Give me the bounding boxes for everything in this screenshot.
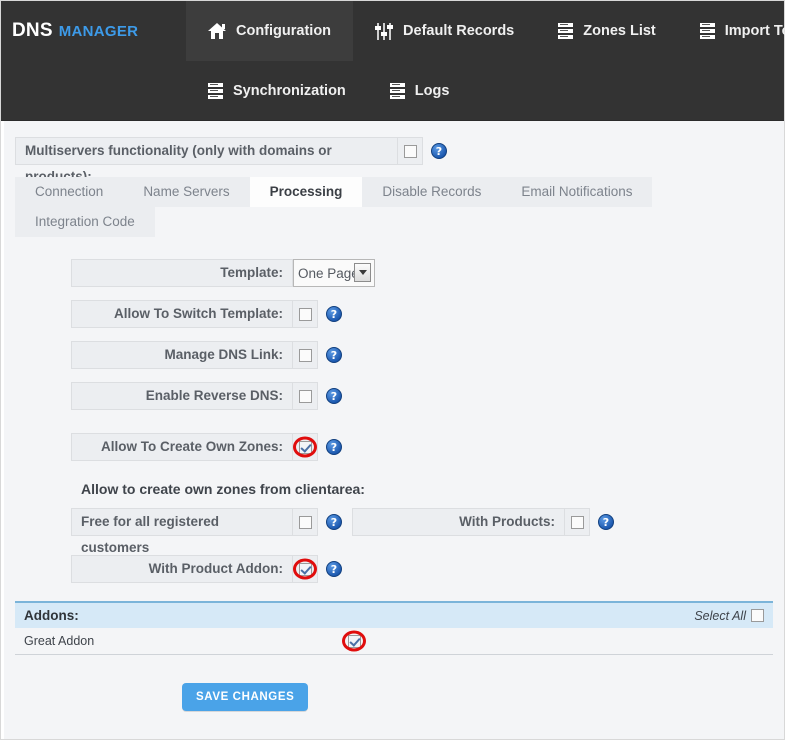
free-for-all-label: Free for all registered customers	[71, 508, 293, 555]
manage-dns-link-cell	[293, 341, 318, 369]
form-row-allow-switch-template: Allow To Switch Template: ?	[71, 300, 784, 328]
free-for-all-cell	[293, 508, 318, 536]
help-icon[interactable]: ?	[326, 388, 342, 404]
tab-name-servers[interactable]: Name Servers	[123, 177, 250, 207]
brand-logo: DNS MANAGER	[1, 1, 186, 61]
with-product-addon-label: With Product Addon:	[71, 555, 293, 583]
multiservers-row: Multiservers functionality (only with do…	[15, 137, 774, 184]
template-select[interactable]: One Page	[293, 259, 375, 287]
form-row-enable-reverse-dns: Enable Reverse DNS: ?	[71, 382, 784, 410]
brand-primary: DNS	[12, 20, 53, 41]
addon-checkbox-cell	[342, 630, 366, 652]
addons-title: Addons:	[24, 608, 79, 623]
clientarea-section-title: Allow to create own zones from clientare…	[81, 481, 365, 497]
nav-item-zones-list[interactable]: Zones List	[536, 1, 678, 61]
help-icon[interactable]: ?	[598, 514, 614, 530]
table-row: Great Addon	[15, 628, 773, 655]
nav-label-configuration: Configuration	[236, 23, 332, 39]
server-icon	[208, 82, 223, 100]
nav-item-default-records[interactable]: Default Records	[353, 1, 536, 61]
select-all-checkbox[interactable]	[751, 609, 764, 622]
form-actions: SAVE CHANGES	[182, 683, 784, 711]
addons-table-header: Addons: Select All	[15, 601, 773, 628]
help-icon[interactable]: ?	[326, 439, 342, 455]
form-row-template: Template: One Page	[71, 259, 784, 287]
nav-item-import-tool[interactable]: Import Tool	[678, 1, 785, 61]
select-all-group: Select All	[694, 609, 764, 623]
nav-label-zones-list: Zones List	[583, 23, 656, 39]
tab-processing[interactable]: Processing	[249, 177, 363, 207]
with-products-cell	[565, 508, 590, 536]
processing-form: Template: One Page Allow To Switch Templ…	[4, 259, 784, 583]
nav-label-default-records: Default Records	[403, 23, 515, 39]
enable-reverse-dns-checkbox[interactable]	[298, 389, 312, 403]
with-product-addon-cell	[293, 555, 318, 583]
tab-integration-code[interactable]: Integration Code	[15, 207, 155, 237]
content-area: Multiservers functionality (only with do…	[1, 121, 784, 739]
sliders-icon	[375, 22, 394, 40]
help-icon[interactable]: ?	[326, 561, 342, 577]
manage-dns-link-label: Manage DNS Link:	[71, 341, 293, 369]
save-changes-button[interactable]: SAVE CHANGES	[182, 683, 309, 711]
nav-row-secondary: Synchronization Logs	[1, 61, 784, 121]
allow-switch-template-label: Allow To Switch Template:	[71, 300, 293, 328]
nav-label-synchronization: Synchronization	[233, 83, 346, 99]
manage-dns-link-checkbox[interactable]	[298, 348, 312, 362]
home-icon	[208, 23, 226, 39]
dns-manager-page: DNS MANAGER Configuration Default Record…	[0, 0, 785, 740]
template-label: Template:	[71, 259, 293, 287]
nav-row-primary: DNS MANAGER Configuration Default Record…	[1, 1, 785, 61]
nav-item-configuration[interactable]: Configuration	[186, 1, 354, 61]
select-all-label: Select All	[694, 608, 746, 623]
template-select-cell: One Page	[293, 259, 375, 287]
nav-item-synchronization[interactable]: Synchronization	[186, 61, 368, 121]
multiservers-checkbox-cell	[398, 137, 423, 165]
form-row-with-product-addon: With Product Addon: ?	[71, 555, 784, 583]
with-products-checkbox[interactable]	[570, 515, 584, 529]
allow-switch-template-cell	[293, 300, 318, 328]
with-products-label: With Products:	[352, 508, 565, 536]
nav-item-logs[interactable]: Logs	[368, 61, 472, 121]
allow-switch-template-checkbox[interactable]	[298, 307, 312, 321]
nav-label-import-tool: Import Tool	[724, 23, 785, 39]
addons-table: Addons: Select All Great Addon	[15, 601, 773, 655]
enable-reverse-dns-cell	[293, 382, 318, 410]
form-row-manage-dns-link: Manage DNS Link: ?	[71, 341, 784, 369]
top-navigation: DNS MANAGER Configuration Default Record…	[1, 1, 785, 121]
free-for-all-checkbox[interactable]	[298, 515, 312, 529]
enable-reverse-dns-label: Enable Reverse DNS:	[71, 382, 293, 410]
tab-connection[interactable]: Connection	[15, 177, 124, 207]
help-icon[interactable]: ?	[431, 143, 447, 159]
server-icon	[389, 82, 405, 100]
help-icon[interactable]: ?	[326, 347, 342, 363]
help-icon[interactable]: ?	[326, 306, 342, 322]
addon-checkbox[interactable]	[347, 634, 361, 648]
tab-email-notifications[interactable]: Email Notifications	[501, 177, 653, 207]
tab-disable-records[interactable]: Disable Records	[362, 177, 502, 207]
brand-secondary: MANAGER	[58, 22, 139, 40]
addon-name: Great Addon	[24, 634, 95, 648]
settings-tabs: Connection Name Servers Processing Disab…	[15, 177, 665, 237]
help-icon[interactable]: ?	[326, 514, 342, 530]
server-icon	[699, 22, 715, 40]
nav-label-logs: Logs	[414, 83, 450, 99]
with-product-addon-checkbox[interactable]	[298, 562, 312, 576]
multiservers-label: Multiservers functionality (only with do…	[15, 137, 398, 184]
form-row-allow-create-own-zones: Allow To Create Own Zones: ?	[71, 433, 784, 461]
server-icon	[558, 22, 574, 40]
allow-create-own-zones-label: Allow To Create Own Zones:	[71, 433, 293, 461]
form-row-clientarea-options: Free for all registered customers ? With…	[71, 508, 784, 555]
multiservers-checkbox[interactable]	[403, 144, 417, 158]
allow-create-own-zones-checkbox[interactable]	[298, 440, 312, 454]
allow-create-own-zones-cell	[293, 433, 318, 461]
